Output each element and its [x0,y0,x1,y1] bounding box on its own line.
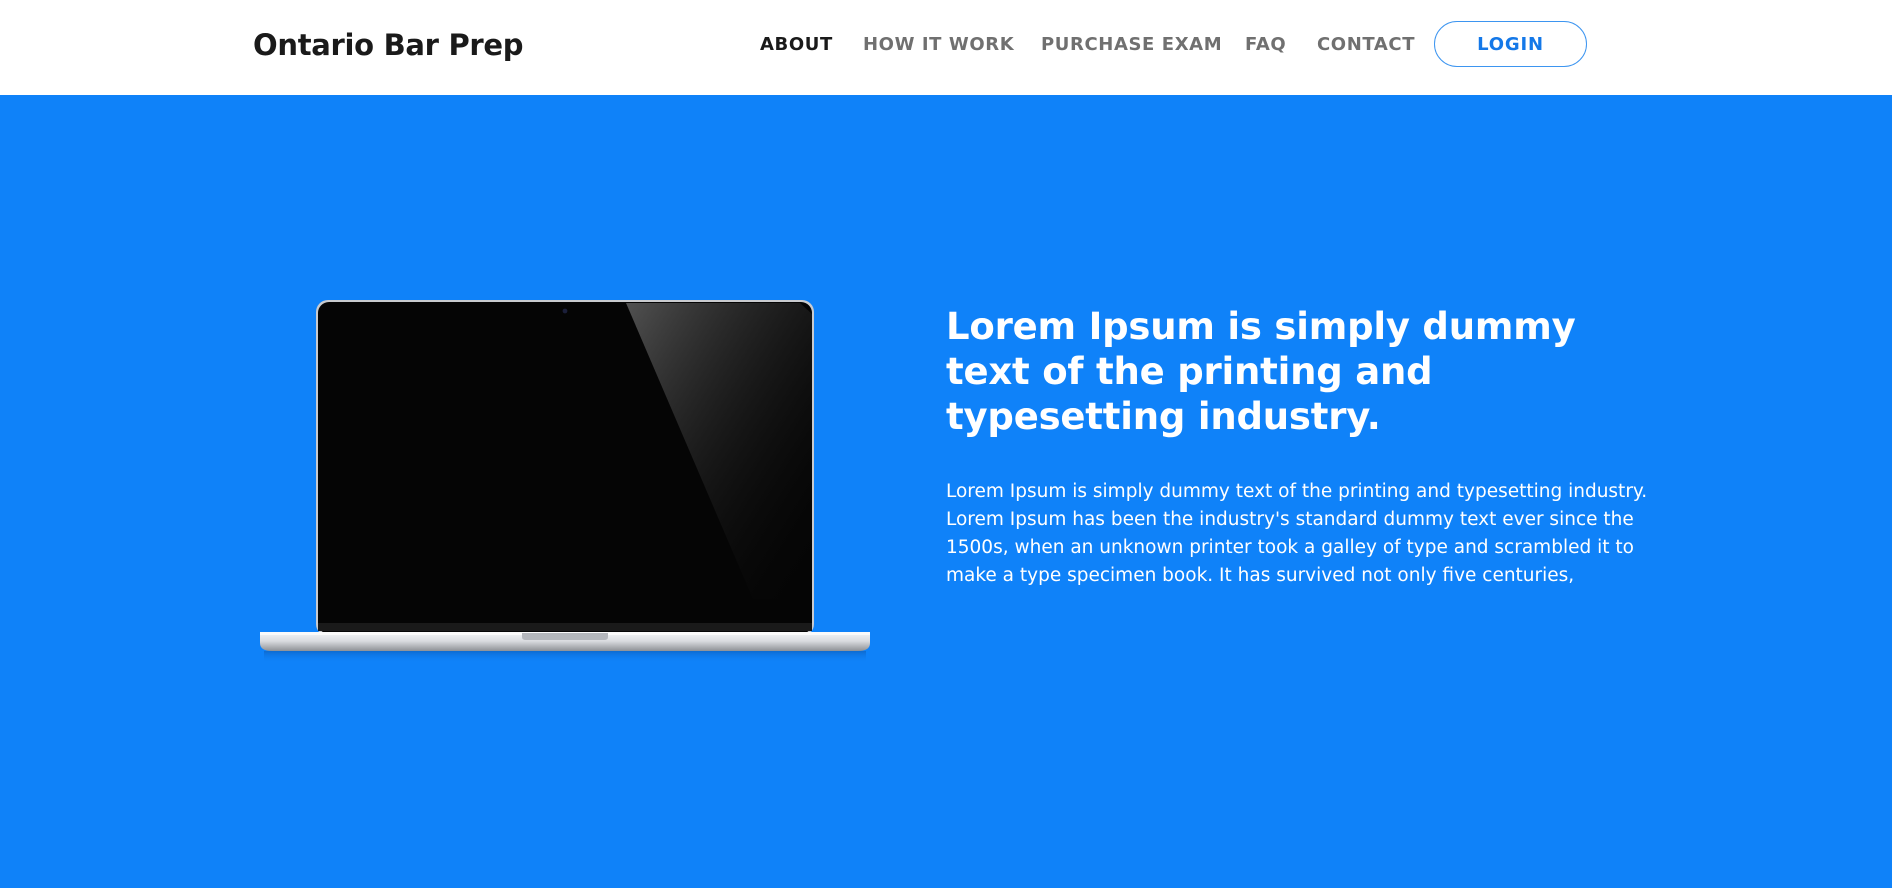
nav-link-how-it-work[interactable]: HOW IT WORK [863,34,1014,55]
laptop-mockup-image [260,300,870,663]
hero-body-text: Lorem Ipsum is simply dummy text of the … [946,481,1648,586]
top-navbar: Ontario Bar Prep ABOUT HOW IT WORK PURCH… [0,0,1892,95]
nav-link-purchase-exam[interactable]: PURCHASE EXAM [1041,34,1222,55]
nav-link-about[interactable]: ABOUT [760,34,833,55]
nav-link-faq[interactable]: FAQ [1245,34,1286,55]
camera-icon [562,308,568,314]
login-button[interactable]: LOGIN [1434,21,1587,67]
hero-headline: Lorem Ipsum is simply dummy text of the … [946,305,1576,438]
nav-link-contact[interactable]: CONTACT [1317,34,1415,55]
brand-logo-text[interactable]: Ontario Bar Prep [253,28,524,62]
